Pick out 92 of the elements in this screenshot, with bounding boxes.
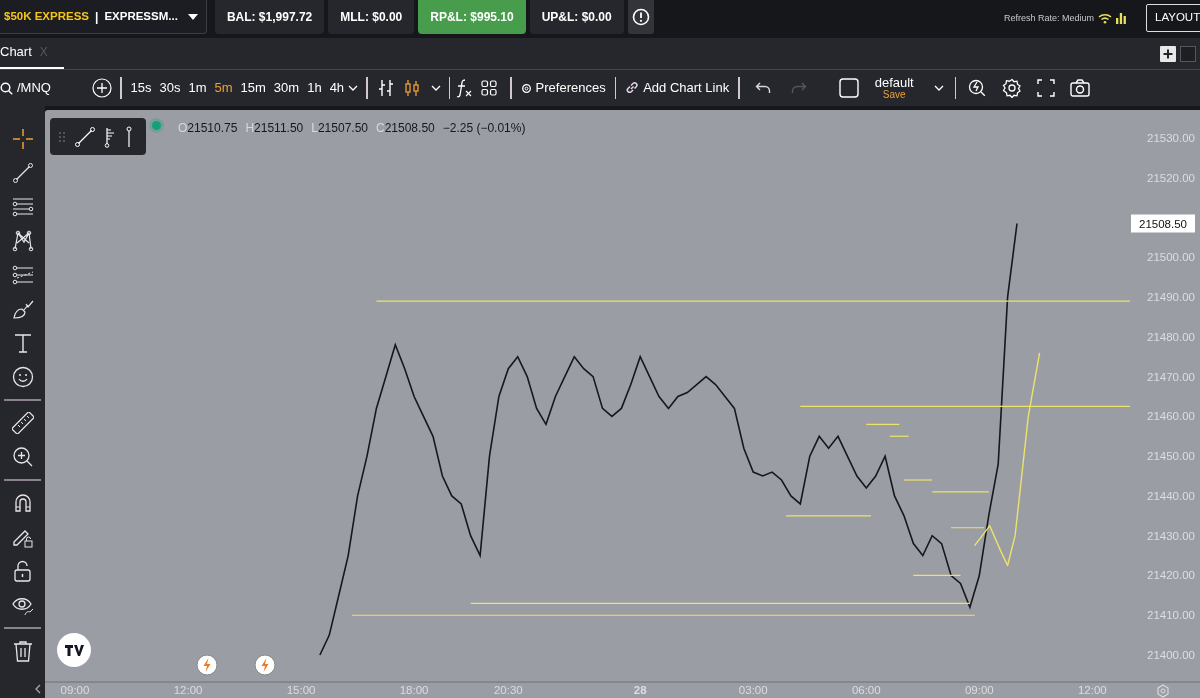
chevron-down-icon[interactable]: [430, 85, 441, 91]
timeframe-button[interactable]: 30s: [155, 78, 185, 98]
account-detail: EXPRESSM...: [104, 8, 178, 24]
price-label: 21470.00: [1147, 370, 1195, 383]
price-label: 21450.00: [1147, 450, 1195, 463]
stat-pill[interactable]: UP&L: $0.00: [529, 0, 624, 34]
save-link[interactable]: Save: [882, 90, 906, 100]
alert-icon: [631, 8, 650, 26]
layout-selector[interactable]: default Save: [874, 76, 914, 100]
refresh-rate-text: Refresh Rate: Medium: [1003, 12, 1094, 25]
channel-icon[interactable]: [11, 264, 34, 286]
unlock-icon[interactable]: [11, 560, 34, 582]
price-label: 21520.00: [1147, 171, 1195, 184]
link-icon: [625, 81, 640, 95]
ruler-icon[interactable]: [11, 412, 34, 434]
ohlc-value: O21510.75: [178, 120, 238, 137]
stat-pill[interactable]: BAL: $1,997.72: [214, 0, 325, 34]
stat-pill[interactable]: MLL: $0.00: [328, 0, 415, 34]
grid-icon[interactable]: [481, 80, 498, 96]
price-label: 21530.00: [1147, 132, 1195, 144]
candles-chart-icon[interactable]: [403, 79, 420, 97]
price-label: 21440.00: [1147, 489, 1195, 502]
bars-chart-icon[interactable]: [377, 79, 394, 97]
separator-text: |: [95, 8, 99, 26]
time-label: 09:00: [964, 684, 994, 696]
ohlc-value: −2.25 (−0.01%): [442, 120, 526, 137]
smiley-icon[interactable]: [11, 366, 34, 388]
layout-button[interactable]: LAYOUT: [1146, 4, 1200, 32]
add-symbol-icon[interactable]: [92, 78, 112, 98]
time-label: 12:00: [1077, 684, 1107, 696]
chevron-down-icon[interactable]: [933, 85, 944, 91]
line-tool-icon[interactable]: [74, 125, 96, 148]
ohlc-value: L21507.50: [311, 120, 368, 137]
timeframe-button[interactable]: 5m: [210, 78, 237, 98]
collapse-icon[interactable]: [34, 684, 41, 694]
zoom-in-icon[interactable]: [11, 446, 34, 468]
timeframe-button[interactable]: 15s: [126, 78, 156, 98]
price-label: 21420.00: [1147, 569, 1195, 582]
price-label: 21490.00: [1147, 291, 1195, 304]
square-icon[interactable]: [838, 78, 859, 98]
price-label: 21460.00: [1147, 410, 1195, 423]
account-selector[interactable]: $50K EXPRESS | EXPRESSM...: [0, 0, 207, 34]
symbol-text: /MNQ: [17, 79, 51, 98]
last-price-label: 21508.50: [1131, 214, 1195, 233]
vertical-line-icon[interactable]: [126, 125, 132, 148]
lightning-marker-icon[interactable]: [254, 654, 276, 676]
brush-icon[interactable]: [11, 298, 34, 320]
timeframe-button[interactable]: 4h: [325, 78, 349, 98]
timeframe-button[interactable]: 30m: [269, 78, 304, 98]
caret-icon: [187, 13, 198, 20]
preferences-button[interactable]: Preferences: [516, 78, 610, 98]
ohlc-value: C21508.50: [376, 120, 435, 137]
horizontal-lines-icon[interactable]: [11, 196, 34, 218]
time-label: 18:00: [399, 684, 429, 696]
undo-icon[interactable]: [754, 82, 771, 94]
add-chart-link-button[interactable]: Add Chart Link: [621, 78, 734, 98]
layout-name: default: [874, 76, 914, 89]
logo-icon[interactable]: [57, 633, 91, 667]
ohlc-value: H21511.50: [245, 120, 304, 137]
price-label: 21480.00: [1147, 330, 1195, 343]
drag-handle-icon[interactable]: [58, 130, 66, 143]
crosshair-icon[interactable]: [11, 128, 34, 150]
pattern-icon[interactable]: [11, 230, 34, 252]
fullscreen-icon[interactable]: [1036, 78, 1057, 98]
price-label: 21400.00: [1147, 649, 1195, 661]
price-label: 21430.00: [1147, 529, 1195, 542]
wifi-icon: [1098, 13, 1112, 25]
trash-icon[interactable]: [11, 640, 34, 662]
time-label: 12:00: [173, 684, 203, 696]
search-icon: [0, 81, 13, 95]
time-label: 20:30: [493, 684, 523, 696]
lightning-marker-icon[interactable]: [196, 654, 218, 676]
time-label: 28: [633, 684, 647, 696]
chevron-down-icon[interactable]: [348, 85, 359, 91]
signal-bars-icon: [1116, 13, 1126, 25]
alert-button[interactable]: [627, 0, 654, 34]
price-label: 21500.00: [1147, 251, 1195, 264]
symbol-search[interactable]: /MNQ: [0, 78, 92, 98]
time-label: 15:00: [286, 684, 316, 696]
line-tool-icon[interactable]: [11, 162, 34, 184]
time-label: 06:00: [851, 684, 881, 696]
camera-icon[interactable]: [1070, 78, 1091, 98]
time-label: 03:00: [738, 684, 768, 696]
formula-icon[interactable]: [455, 78, 474, 98]
price-label: 21410.00: [1147, 609, 1195, 622]
timeframe-button[interactable]: 15m: [236, 78, 270, 98]
account-name: $50K EXPRESS: [4, 8, 89, 24]
settings-icon: [520, 82, 532, 94]
add-icon[interactable]: [1160, 45, 1176, 62]
timeframe-button[interactable]: 1m: [184, 78, 211, 98]
time-label: 09:00: [60, 684, 90, 696]
timeframe-button[interactable]: 1h: [303, 78, 326, 98]
